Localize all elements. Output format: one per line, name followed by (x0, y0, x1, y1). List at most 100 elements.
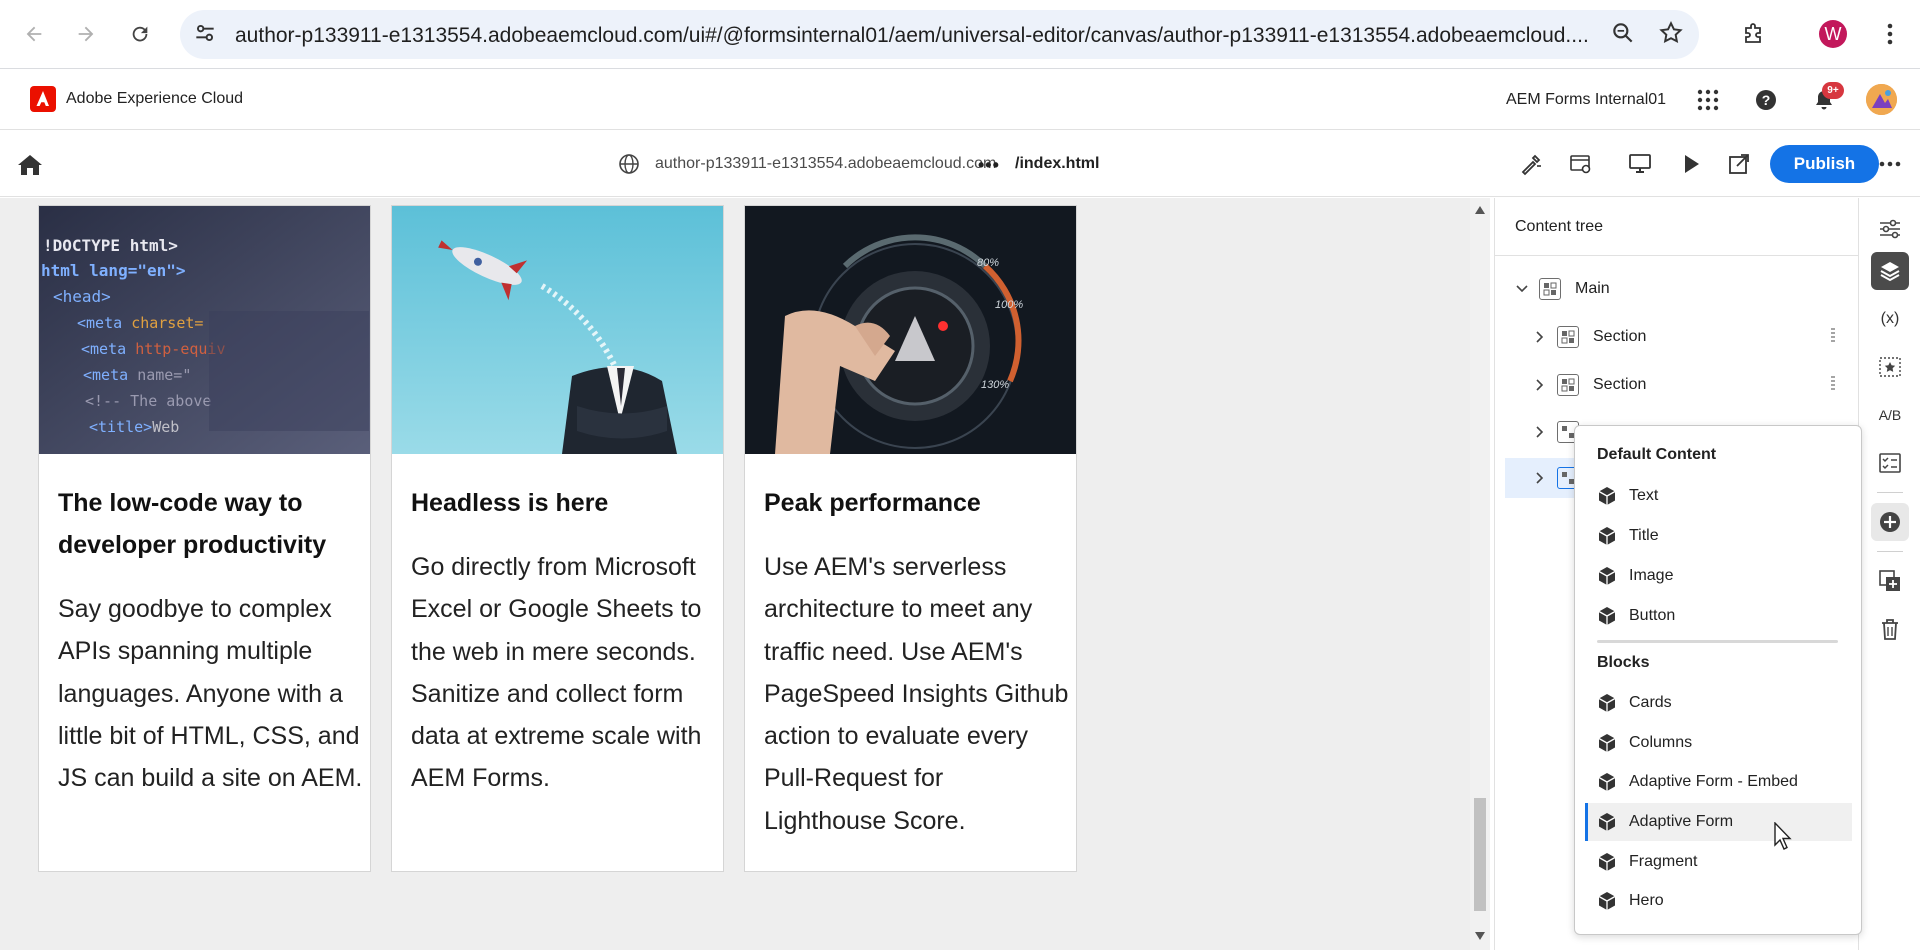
menu-section-heading: Default Content (1597, 446, 1717, 463)
cube-icon (1598, 694, 1616, 712)
card-image-rocket (392, 206, 723, 454)
form-checklist-icon[interactable] (1871, 444, 1909, 482)
profile-avatar[interactable]: W (1819, 20, 1847, 48)
scroll-thumb[interactable] (1474, 798, 1486, 911)
chevron-right-icon[interactable] (1533, 378, 1547, 392)
preview-play-icon[interactable] (1677, 150, 1705, 178)
product-title[interactable]: Adobe Experience Cloud (66, 90, 243, 108)
page-canvas[interactable]: !DOCTYPE html> html lang="en"> <head> <m… (0, 198, 1470, 950)
site-settings-icon[interactable] (192, 20, 218, 51)
menu-section-heading: Blocks (1597, 654, 1650, 671)
site-url[interactable]: author-p133911-e1313554.adobeaemcloud.co… (655, 155, 996, 173)
help-icon[interactable]: ? (1752, 86, 1780, 114)
back-button[interactable] (14, 14, 54, 54)
publish-button[interactable]: Publish (1770, 145, 1879, 183)
org-switcher[interactable]: AEM Forms Internal01 (1506, 91, 1666, 109)
chevron-right-icon[interactable] (1533, 425, 1547, 439)
svg-text:!DOCTYPE html>: !DOCTYPE html> (43, 236, 178, 255)
tree-node-label: Main (1575, 280, 1610, 297)
svg-text:<!-- The above: <!-- The above (85, 392, 211, 410)
menu-item-button[interactable]: Button (1585, 597, 1852, 635)
menu-item-hero[interactable]: Hero (1585, 882, 1852, 920)
variables-icon[interactable]: (x) (1871, 300, 1909, 338)
menu-item-label: Columns (1629, 734, 1693, 751)
forward-button[interactable] (66, 14, 106, 54)
svg-text:<head>: <head> (53, 287, 111, 306)
card-body: Go directly from Microsoft Excel or Goog… (411, 553, 702, 793)
menu-item-title[interactable]: Title (1585, 517, 1852, 555)
menu-item-cards[interactable]: Cards (1585, 684, 1852, 722)
address-bar[interactable]: author-p133911-e1313554.adobeaemcloud.co… (180, 10, 1699, 59)
mouse-cursor-icon (1774, 822, 1792, 850)
drag-handle-icon[interactable] (1831, 375, 1835, 391)
chevron-right-icon[interactable] (1533, 471, 1547, 485)
trash-icon[interactable] (1871, 610, 1909, 648)
tree-node-section[interactable]: Section (1533, 317, 1845, 357)
menu-item-label: Cards (1629, 694, 1672, 711)
menu-item-label: Adaptive Form - Embed (1629, 773, 1798, 790)
cube-icon (1598, 567, 1616, 585)
card-title: The low-code way to developer productivi… (58, 489, 327, 559)
zoom-icon[interactable] (1610, 20, 1636, 51)
ab-test-icon[interactable]: A/B (1871, 396, 1909, 434)
page-path[interactable]: /index.html (1015, 155, 1099, 173)
layers-icon[interactable] (1871, 252, 1909, 290)
tree-node-label: Section (1593, 328, 1647, 345)
component-icon (1539, 278, 1561, 300)
tree-node-section[interactable]: Section (1533, 365, 1845, 405)
drag-handle-icon[interactable] (1831, 327, 1835, 343)
more-options-icon[interactable] (1876, 150, 1904, 178)
duplicate-icon[interactable] (1871, 562, 1909, 600)
more-path-button[interactable]: ••• (978, 155, 1000, 176)
url-text[interactable]: author-p133911-e1313554.adobeaemcloud.co… (235, 24, 1775, 48)
component-icon (1557, 326, 1579, 348)
card[interactable]: 80% 100% 130% Peak performance Use AEM's… (744, 205, 1077, 872)
menu-item-label: Button (1629, 607, 1676, 624)
menu-item-adaptive-form[interactable]: Adaptive Form (1585, 803, 1852, 841)
svg-text:<meta http-equiv: <meta http-equiv (81, 340, 226, 358)
edit-mode-icon[interactable] (1517, 150, 1545, 178)
card-title: Headless is here (411, 489, 609, 517)
bookmark-star-icon[interactable] (1658, 20, 1684, 51)
menu-item-adaptive-form-embed[interactable]: Adaptive Form - Embed (1585, 763, 1852, 801)
extensions-button[interactable] (1733, 14, 1773, 54)
cube-icon (1598, 853, 1616, 871)
chevron-right-icon[interactable] (1533, 330, 1547, 344)
puzzle-icon (1745, 23, 1761, 43)
canvas-scrollbar[interactable] (1470, 198, 1490, 950)
menu-item-fragment[interactable]: Fragment (1585, 843, 1852, 881)
browser-menu-button[interactable] (1870, 14, 1910, 54)
add-component-icon[interactable] (1871, 503, 1909, 541)
adobe-shell-bar: Adobe Experience Cloud AEM Forms Interna… (0, 70, 1920, 130)
page-settings-icon[interactable] (1567, 150, 1595, 178)
globe-icon (618, 153, 640, 180)
card[interactable]: !DOCTYPE html> html lang="en"> <head> <m… (38, 205, 371, 872)
scroll-up-icon[interactable] (1475, 206, 1485, 214)
desktop-preview-icon[interactable] (1626, 150, 1654, 178)
home-icon[interactable] (14, 151, 46, 184)
tree-node-main[interactable]: Main (1515, 269, 1845, 309)
menu-item-image[interactable]: Image (1585, 557, 1852, 595)
card[interactable]: Headless is here Go directly from Micros… (391, 205, 724, 872)
properties-sliders-icon[interactable] (1871, 210, 1909, 248)
cube-icon (1598, 892, 1616, 910)
reload-button[interactable] (120, 14, 160, 54)
scroll-down-icon[interactable] (1475, 932, 1485, 940)
menu-item-label: Title (1629, 527, 1659, 544)
adobe-logo[interactable] (30, 86, 56, 112)
card-image-code: !DOCTYPE html> html lang="en"> <head> <m… (39, 206, 370, 454)
personalization-icon[interactable] (1871, 348, 1909, 386)
card-image-speedometer: 80% 100% 130% (745, 206, 1076, 454)
chevron-down-icon[interactable] (1515, 282, 1529, 296)
open-external-icon[interactable] (1725, 150, 1753, 178)
cube-icon (1598, 734, 1616, 752)
divider (1877, 551, 1903, 552)
user-avatar[interactable] (1866, 84, 1897, 115)
menu-item-columns[interactable]: Columns (1585, 724, 1852, 762)
menu-item-text[interactable]: Text (1585, 477, 1852, 515)
menu-item-label: Image (1629, 567, 1674, 584)
component-icon (1557, 374, 1579, 396)
cube-icon (1598, 487, 1616, 505)
apps-grid-icon[interactable] (1694, 86, 1722, 114)
editor-toolbar: author-p133911-e1313554.adobeaemcloud.co… (0, 131, 1920, 197)
